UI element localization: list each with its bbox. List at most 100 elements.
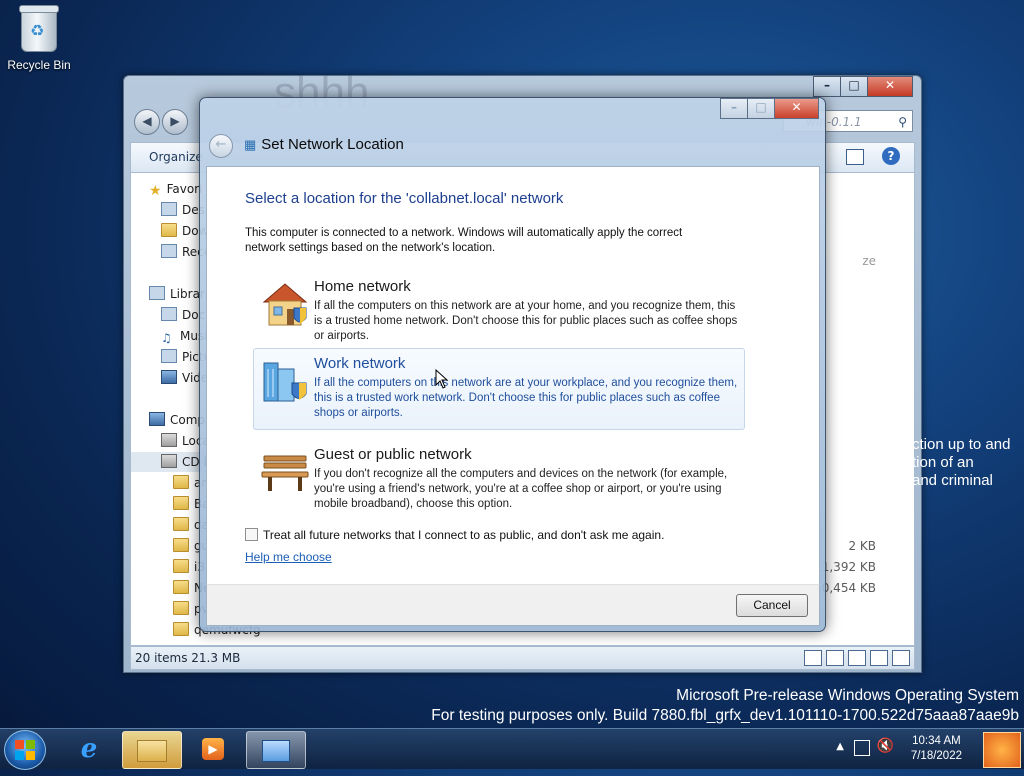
minimize-button: – [720,98,748,119]
mouse-cursor-icon [435,369,449,389]
folder-icon [137,740,167,762]
system-clock[interactable]: 10:34 AM 7/18/2022 [911,734,962,764]
taskbar-windows-explorer[interactable] [122,731,182,769]
volume-muted-icon[interactable]: 🔇 [877,738,894,754]
folder-icon [173,475,189,489]
explorer-window-controls: – □ ✕ [813,76,913,97]
star-icon: ★ [149,183,162,199]
show-desktop-button[interactable] [983,732,1021,768]
forward-button[interactable]: ▶ [162,109,188,135]
videos-icon [161,370,177,384]
treat-as-public-label: Treat all future networks that I connect… [263,528,665,542]
maximize-button: □ [747,98,775,119]
dialog-intro-text: This computer is connected to a network.… [245,227,683,254]
file-size: 2 KB [848,539,876,553]
computer-icon [149,412,165,426]
network-tray-icon[interactable] [854,740,870,756]
treat-as-public-checkbox[interactable] [245,528,258,541]
desktop-icon [161,202,177,216]
folder-icon [173,559,189,573]
taskbar-network-control-panel[interactable] [246,731,306,769]
option-work-network[interactable]: Work network If all the computers on thi… [253,348,745,430]
prerelease-watermark: Microsoft Pre-release Windows Operating … [431,686,1019,726]
nav-item-libraries[interactable]: Librar [149,284,205,304]
clock-time: 10:34 AM [912,735,961,747]
minimize-button[interactable]: – [813,76,841,97]
folder-icon [173,580,189,594]
music-note-icon: ♫ [161,331,172,345]
folder-icon [173,622,189,636]
folder-icon [173,496,189,510]
item-count: 20 items 21.3 MB [135,651,241,665]
size-column-header: ze [862,254,876,268]
local-disk-icon [161,433,177,447]
folder-icon [173,517,189,531]
help-icon[interactable]: ? [882,147,900,165]
nav-item-favorites[interactable]: ★ Favori [149,179,202,199]
option-public-title: Guest or public network [314,446,472,463]
nav-item-cd-drive[interactable]: CD D [131,452,206,472]
treat-as-public-checkbox-row[interactable]: Treat all future networks that I connect… [245,528,664,542]
close-button[interactable]: ✕ [867,76,913,97]
taskbar: e ▶ ▲ 🔇 10:34 AM 7/18/2022 [0,728,1024,770]
details-pane-icon[interactable] [870,650,888,666]
cd-drive-icon [161,454,177,468]
details-view-icon[interactable] [804,650,822,666]
option-home-description: If all the computers on this network are… [314,300,738,342]
dialog-window-controls: – □ ✕ [720,98,819,119]
watermark-line-1: Microsoft Pre-release Windows Operating … [676,687,1019,704]
cancel-button[interactable]: Cancel [736,594,808,617]
close-button[interactable]: ✕ [774,98,819,119]
view-buttons [804,650,910,666]
back-arrow-icon[interactable]: ← [209,134,233,158]
work-network-icon [263,362,307,402]
dialog-title: ▦ Set Network Location [244,136,404,153]
network-icon: ▦ [244,137,257,152]
home-network-icon [262,283,308,326]
windows-logo-icon [15,740,35,760]
option-home-network[interactable]: Home network If all the computers on thi… [253,271,745,353]
set-network-location-dialog: – □ ✕ ← ▦ Set Network Location Select a l… [199,97,826,632]
background-document-text: ction up to and tion of an and criminal [912,436,1011,489]
navigation-pane-icon[interactable] [892,650,910,666]
media-player-icon: ▶ [202,738,224,760]
taskbar-media-player[interactable]: ▶ [184,731,242,767]
navigation-pane: ★Favori Desk Dow Rece Librar Docu ♫Musi … [131,173,206,645]
dialog-content: Select a location for the 'collabnet.loc… [206,166,820,585]
start-button[interactable] [4,730,46,770]
preview-layout-icon[interactable] [848,650,866,666]
control-panel-icon [262,740,290,762]
option-work-title: Work network [314,355,406,372]
clock-date: 7/18/2022 [910,750,962,762]
tiles-view-icon[interactable] [826,650,844,666]
folder-icon [173,538,189,552]
recycle-bin-desktop-icon[interactable]: Recycle Bin [6,5,72,72]
recent-places-icon [161,244,177,258]
search-icon: ⚲ [898,115,907,129]
maximize-button[interactable]: □ [840,76,868,97]
option-home-title: Home network [314,278,411,295]
option-work-description: If all the computers on this network are… [314,377,738,419]
recycle-bin-label: Recycle Bin [7,58,71,72]
recycle-bin-icon [19,5,59,52]
documents-icon [161,307,177,321]
watermark-line-2: For testing purposes only. Build 7880.fb… [431,707,1019,724]
taskbar-internet-explorer[interactable]: e [60,731,118,767]
help-me-choose-link[interactable]: Help me choose [245,550,332,564]
internet-explorer-icon: e [80,734,98,764]
preview-pane-icon[interactable] [846,149,864,165]
folder-icon [173,601,189,615]
show-hidden-icons-icon[interactable]: ▲ [836,741,844,752]
back-button[interactable]: ◀ [134,109,160,135]
pictures-icon [161,349,177,363]
dialog-footer: Cancel [206,584,820,626]
organize-menu[interactable]: Organize [149,150,203,164]
dialog-heading: Select a location for the 'collabnet.loc… [245,190,564,207]
park-bench-icon [261,455,309,491]
nav-item-computer[interactable]: Comp [149,410,205,430]
option-public-network[interactable]: Guest or public network If you don't rec… [253,439,745,521]
status-bar: 20 items 21.3 MB [130,646,915,670]
folder-icon [161,223,177,237]
libraries-icon [149,286,165,300]
option-public-description: If you don't recognize all the computers… [314,468,728,510]
